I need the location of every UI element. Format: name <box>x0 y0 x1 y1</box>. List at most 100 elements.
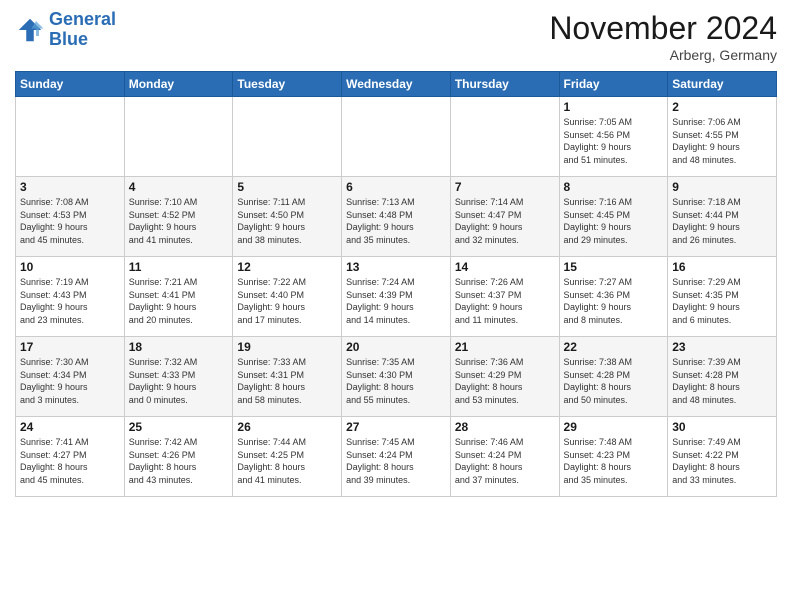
day-number-7: 7 <box>455 180 555 194</box>
day-info-16: Sunrise: 7:29 AM Sunset: 4:35 PM Dayligh… <box>672 276 772 326</box>
day-number-15: 15 <box>564 260 664 274</box>
calendar-cell-w1-d2: 5 Sunrise: 7:11 AM Sunset: 4:50 PM Daylig… <box>233 177 342 257</box>
calendar-cell-w3-d4: 21 Sunrise: 7:36 AM Sunset: 4:29 PM Dayli… <box>450 337 559 417</box>
header-friday: Friday <box>559 72 668 97</box>
calendar-cell-w2-d5: 15 Sunrise: 7:27 AM Sunset: 4:36 PM Dayli… <box>559 257 668 337</box>
calendar-cell-w4-d6: 30 Sunrise: 7:49 AM Sunset: 4:22 PM Dayli… <box>668 417 777 497</box>
calendar-cell-w3-d3: 20 Sunrise: 7:35 AM Sunset: 4:30 PM Dayli… <box>342 337 451 417</box>
day-info-20: Sunrise: 7:35 AM Sunset: 4:30 PM Dayligh… <box>346 356 446 406</box>
day-number-2: 2 <box>672 100 772 114</box>
day-info-15: Sunrise: 7:27 AM Sunset: 4:36 PM Dayligh… <box>564 276 664 326</box>
day-info-22: Sunrise: 7:38 AM Sunset: 4:28 PM Dayligh… <box>564 356 664 406</box>
calendar-cell-w1-d6: 9 Sunrise: 7:18 AM Sunset: 4:44 PM Daylig… <box>668 177 777 257</box>
calendar-cell-w2-d4: 14 Sunrise: 7:26 AM Sunset: 4:37 PM Dayli… <box>450 257 559 337</box>
calendar-cell-w2-d6: 16 Sunrise: 7:29 AM Sunset: 4:35 PM Dayli… <box>668 257 777 337</box>
day-info-27: Sunrise: 7:45 AM Sunset: 4:24 PM Dayligh… <box>346 436 446 486</box>
day-number-24: 24 <box>20 420 120 434</box>
day-info-3: Sunrise: 7:08 AM Sunset: 4:53 PM Dayligh… <box>20 196 120 246</box>
day-number-17: 17 <box>20 340 120 354</box>
title-block: November 2024 Arberg, Germany <box>549 10 777 63</box>
calendar-cell-w0-d0 <box>16 97 125 177</box>
day-number-20: 20 <box>346 340 446 354</box>
calendar-cell-w0-d6: 2Sunrise: 7:06 AM Sunset: 4:55 PM Daylig… <box>668 97 777 177</box>
day-number-12: 12 <box>237 260 337 274</box>
day-info-5: Sunrise: 7:11 AM Sunset: 4:50 PM Dayligh… <box>237 196 337 246</box>
day-number-9: 9 <box>672 180 772 194</box>
calendar-cell-w1-d3: 6 Sunrise: 7:13 AM Sunset: 4:48 PM Daylig… <box>342 177 451 257</box>
calendar-cell-w4-d5: 29 Sunrise: 7:48 AM Sunset: 4:23 PM Dayli… <box>559 417 668 497</box>
calendar-cell-w0-d4 <box>450 97 559 177</box>
header-saturday: Saturday <box>668 72 777 97</box>
day-number-5: 5 <box>237 180 337 194</box>
week-row-1: 3 Sunrise: 7:08 AM Sunset: 4:53 PM Daylig… <box>16 177 777 257</box>
day-number-25: 25 <box>129 420 229 434</box>
header-wednesday: Wednesday <box>342 72 451 97</box>
calendar-cell-w2-d2: 12 Sunrise: 7:22 AM Sunset: 4:40 PM Dayli… <box>233 257 342 337</box>
day-info-23: Sunrise: 7:39 AM Sunset: 4:28 PM Dayligh… <box>672 356 772 406</box>
day-number-4: 4 <box>129 180 229 194</box>
day-number-11: 11 <box>129 260 229 274</box>
calendar-cell-w0-d5: 1 Sunrise: 7:05 AM Sunset: 4:56 PM Daylig… <box>559 97 668 177</box>
calendar-cell-w2-d0: 10 Sunrise: 7:19 AM Sunset: 4:43 PM Dayli… <box>16 257 125 337</box>
day-info-1: Sunrise: 7:05 AM Sunset: 4:56 PM Dayligh… <box>564 116 664 166</box>
calendar-cell-w2-d3: 13Sunrise: 7:24 AM Sunset: 4:39 PM Dayli… <box>342 257 451 337</box>
calendar-header-row: Sunday Monday Tuesday Wednesday Thursday… <box>16 72 777 97</box>
calendar-cell-w3-d0: 17 Sunrise: 7:30 AM Sunset: 4:34 PM Dayli… <box>16 337 125 417</box>
day-number-3: 3 <box>20 180 120 194</box>
day-number-1: 1 <box>564 100 664 114</box>
day-info-9: Sunrise: 7:18 AM Sunset: 4:44 PM Dayligh… <box>672 196 772 246</box>
day-info-14: Sunrise: 7:26 AM Sunset: 4:37 PM Dayligh… <box>455 276 555 326</box>
day-info-17: Sunrise: 7:30 AM Sunset: 4:34 PM Dayligh… <box>20 356 120 406</box>
day-info-18: Sunrise: 7:32 AM Sunset: 4:33 PM Dayligh… <box>129 356 229 406</box>
week-row-0: 1 Sunrise: 7:05 AM Sunset: 4:56 PM Daylig… <box>16 97 777 177</box>
calendar-cell-w0-d2 <box>233 97 342 177</box>
day-info-30: Sunrise: 7:49 AM Sunset: 4:22 PM Dayligh… <box>672 436 772 486</box>
calendar-cell-w3-d6: 23 Sunrise: 7:39 AM Sunset: 4:28 PM Dayli… <box>668 337 777 417</box>
day-number-16: 16 <box>672 260 772 274</box>
day-info-7: Sunrise: 7:14 AM Sunset: 4:47 PM Dayligh… <box>455 196 555 246</box>
day-number-23: 23 <box>672 340 772 354</box>
calendar: Sunday Monday Tuesday Wednesday Thursday… <box>15 71 777 497</box>
calendar-cell-w1-d0: 3 Sunrise: 7:08 AM Sunset: 4:53 PM Daylig… <box>16 177 125 257</box>
calendar-cell-w0-d3 <box>342 97 451 177</box>
header: General Blue November 2024 Arberg, Germa… <box>15 10 777 63</box>
calendar-cell-w1-d4: 7 Sunrise: 7:14 AM Sunset: 4:47 PM Daylig… <box>450 177 559 257</box>
day-info-13: Sunrise: 7:24 AM Sunset: 4:39 PM Dayligh… <box>346 276 446 326</box>
day-number-30: 30 <box>672 420 772 434</box>
calendar-cell-w4-d0: 24Sunrise: 7:41 AM Sunset: 4:27 PM Dayli… <box>16 417 125 497</box>
day-number-29: 29 <box>564 420 664 434</box>
day-info-28: Sunrise: 7:46 AM Sunset: 4:24 PM Dayligh… <box>455 436 555 486</box>
day-info-19: Sunrise: 7:33 AM Sunset: 4:31 PM Dayligh… <box>237 356 337 406</box>
header-tuesday: Tuesday <box>233 72 342 97</box>
header-thursday: Thursday <box>450 72 559 97</box>
calendar-cell-w4-d4: 28Sunrise: 7:46 AM Sunset: 4:24 PM Dayli… <box>450 417 559 497</box>
calendar-cell-w1-d1: 4 Sunrise: 7:10 AM Sunset: 4:52 PM Daylig… <box>124 177 233 257</box>
day-info-25: Sunrise: 7:42 AM Sunset: 4:26 PM Dayligh… <box>129 436 229 486</box>
day-number-14: 14 <box>455 260 555 274</box>
calendar-cell-w2-d1: 11Sunrise: 7:21 AM Sunset: 4:41 PM Dayli… <box>124 257 233 337</box>
week-row-4: 24Sunrise: 7:41 AM Sunset: 4:27 PM Dayli… <box>16 417 777 497</box>
day-info-6: Sunrise: 7:13 AM Sunset: 4:48 PM Dayligh… <box>346 196 446 246</box>
day-number-18: 18 <box>129 340 229 354</box>
day-info-12: Sunrise: 7:22 AM Sunset: 4:40 PM Dayligh… <box>237 276 337 326</box>
calendar-cell-w4-d3: 27 Sunrise: 7:45 AM Sunset: 4:24 PM Dayli… <box>342 417 451 497</box>
calendar-cell-w4-d1: 25 Sunrise: 7:42 AM Sunset: 4:26 PM Dayli… <box>124 417 233 497</box>
logo-text: General Blue <box>49 10 116 50</box>
day-info-4: Sunrise: 7:10 AM Sunset: 4:52 PM Dayligh… <box>129 196 229 246</box>
week-row-3: 17 Sunrise: 7:30 AM Sunset: 4:34 PM Dayli… <box>16 337 777 417</box>
header-monday: Monday <box>124 72 233 97</box>
calendar-cell-w4-d2: 26Sunrise: 7:44 AM Sunset: 4:25 PM Dayli… <box>233 417 342 497</box>
day-number-26: 26 <box>237 420 337 434</box>
day-info-10: Sunrise: 7:19 AM Sunset: 4:43 PM Dayligh… <box>20 276 120 326</box>
logo: General Blue <box>15 10 116 50</box>
day-info-29: Sunrise: 7:48 AM Sunset: 4:23 PM Dayligh… <box>564 436 664 486</box>
day-number-10: 10 <box>20 260 120 274</box>
day-number-6: 6 <box>346 180 446 194</box>
calendar-cell-w3-d5: 22Sunrise: 7:38 AM Sunset: 4:28 PM Dayli… <box>559 337 668 417</box>
day-number-21: 21 <box>455 340 555 354</box>
month-title: November 2024 <box>549 10 777 47</box>
day-number-27: 27 <box>346 420 446 434</box>
calendar-cell-w3-d1: 18 Sunrise: 7:32 AM Sunset: 4:33 PM Dayli… <box>124 337 233 417</box>
day-number-8: 8 <box>564 180 664 194</box>
day-info-21: Sunrise: 7:36 AM Sunset: 4:29 PM Dayligh… <box>455 356 555 406</box>
